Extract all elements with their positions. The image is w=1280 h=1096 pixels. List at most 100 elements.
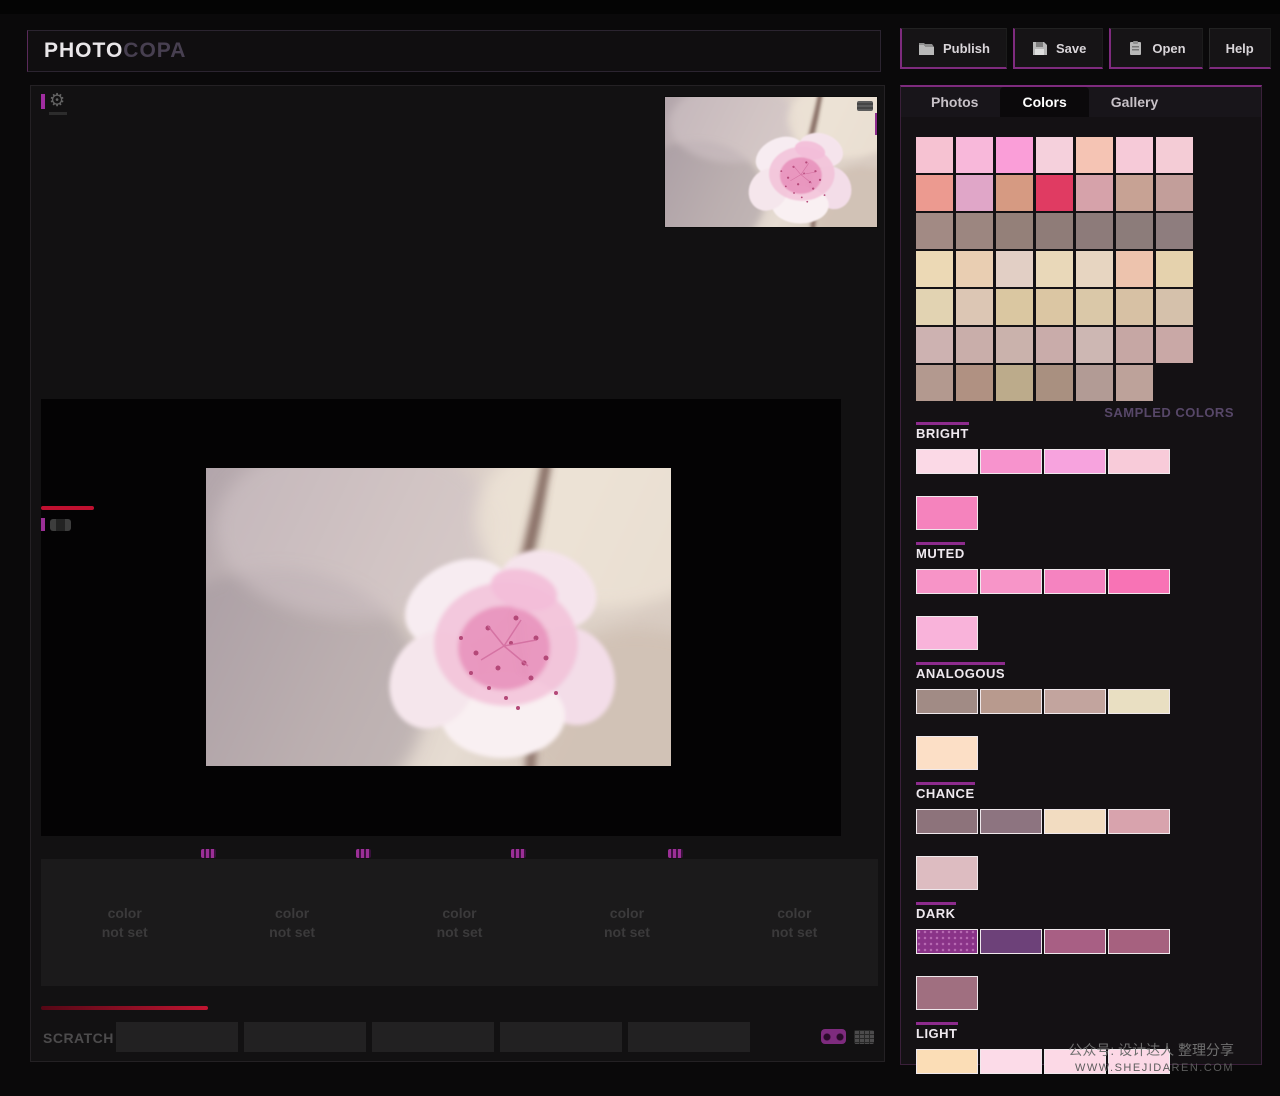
sampled-color-cell[interactable] <box>1116 251 1153 287</box>
sampled-color-cell[interactable] <box>1076 175 1113 211</box>
gear-icon[interactable]: ⚙ <box>49 90 65 111</box>
sampled-color-cell[interactable] <box>1076 251 1113 287</box>
photo-canvas[interactable] <box>41 399 841 836</box>
open-button[interactable]: Open <box>1109 28 1202 69</box>
dark-single-swatch[interactable] <box>916 976 978 1010</box>
sampled-color-cell[interactable] <box>916 327 953 363</box>
palette-marker[interactable] <box>668 849 683 858</box>
sampled-color-cell[interactable] <box>956 137 993 173</box>
sampled-color-cell[interactable] <box>1076 137 1113 173</box>
sampled-color-cell[interactable] <box>1036 365 1073 401</box>
gamepad-icon[interactable] <box>821 1029 846 1044</box>
palette-swatch[interactable] <box>1044 449 1106 474</box>
muted-single-swatch[interactable] <box>916 616 978 650</box>
pan-tool-button[interactable] <box>50 519 71 531</box>
palette-swatch[interactable] <box>916 569 978 594</box>
palette-swatch[interactable] <box>916 689 978 714</box>
bright-single-swatch[interactable] <box>916 496 978 530</box>
help-button[interactable]: Help <box>1209 28 1271 69</box>
chance-single-swatch[interactable] <box>916 856 978 890</box>
palette-swatch[interactable] <box>916 809 978 834</box>
color-slot[interactable]: colornot set <box>543 859 710 986</box>
tab-photos[interactable]: Photos <box>909 87 1000 117</box>
sampled-color-cell[interactable] <box>956 213 993 249</box>
sampled-color-cell[interactable] <box>996 365 1033 401</box>
sampled-color-cell[interactable] <box>1116 327 1153 363</box>
color-slot[interactable]: colornot set <box>376 859 543 986</box>
zoom-slider[interactable] <box>41 506 94 510</box>
sampled-color-cell[interactable] <box>916 289 953 325</box>
color-slot[interactable]: colornot set <box>41 859 208 986</box>
sampled-color-cell[interactable] <box>1036 251 1073 287</box>
tab-gallery[interactable]: Gallery <box>1089 87 1180 117</box>
sampled-color-cell[interactable] <box>1116 289 1153 325</box>
sampled-color-cell[interactable] <box>996 175 1033 211</box>
palette-swatch[interactable] <box>916 1049 978 1074</box>
sampled-color-cell[interactable] <box>956 175 993 211</box>
palette-swatch[interactable] <box>1108 929 1170 954</box>
scratch-slot[interactable] <box>628 1022 750 1052</box>
grid-icon[interactable] <box>854 1030 874 1044</box>
sampled-color-cell[interactable] <box>1156 289 1193 325</box>
palette-swatch[interactable] <box>916 929 978 954</box>
save-button[interactable]: Save <box>1013 28 1103 69</box>
sampled-color-cell[interactable] <box>1116 365 1153 401</box>
palette-marker[interactable] <box>201 849 216 858</box>
analogous-single-swatch[interactable] <box>916 736 978 770</box>
palette-swatch[interactable] <box>1108 569 1170 594</box>
sampled-color-cell[interactable] <box>1036 327 1073 363</box>
sampled-color-cell[interactable] <box>996 327 1033 363</box>
sampled-color-cell[interactable] <box>1076 365 1113 401</box>
color-slot[interactable]: colornot set <box>711 859 878 986</box>
sampled-color-cell[interactable] <box>1076 289 1113 325</box>
sampled-color-cell[interactable] <box>1036 137 1073 173</box>
sampled-color-cell[interactable] <box>996 289 1033 325</box>
sampled-color-cell[interactable] <box>956 289 993 325</box>
tab-colors[interactable]: Colors <box>1000 87 1088 117</box>
sampled-color-cell[interactable] <box>1116 175 1153 211</box>
palette-swatch[interactable] <box>1044 929 1106 954</box>
palette-swatch[interactable] <box>1108 449 1170 474</box>
palette-swatch[interactable] <box>1108 809 1170 834</box>
palette-swatch[interactable] <box>980 449 1042 474</box>
sampled-color-cell[interactable] <box>996 213 1033 249</box>
palette-swatch[interactable] <box>980 569 1042 594</box>
sampled-color-cell[interactable] <box>996 251 1033 287</box>
sampled-color-cell[interactable] <box>1156 327 1193 363</box>
sampled-color-cell[interactable] <box>1156 251 1193 287</box>
sampled-color-cell[interactable] <box>916 137 953 173</box>
sampled-color-cell[interactable] <box>956 365 993 401</box>
sampled-color-cell[interactable] <box>1156 213 1193 249</box>
palette-swatch[interactable] <box>1108 689 1170 714</box>
sampled-color-cell[interactable] <box>1036 175 1073 211</box>
sampled-color-cell[interactable] <box>956 251 993 287</box>
scratch-slot[interactable] <box>116 1022 238 1052</box>
sampled-color-cell[interactable] <box>1116 137 1153 173</box>
main-photo[interactable] <box>206 468 671 766</box>
sampled-color-cell[interactable] <box>916 213 953 249</box>
sampled-color-cell[interactable] <box>1076 213 1113 249</box>
palette-swatch[interactable] <box>980 809 1042 834</box>
palette-marker[interactable] <box>511 849 526 858</box>
publish-button[interactable]: Publish <box>900 28 1007 69</box>
color-slot[interactable]: colornot set <box>208 859 375 986</box>
sampled-color-cell[interactable] <box>916 365 953 401</box>
sampled-color-cell[interactable] <box>1116 213 1153 249</box>
palette-swatch[interactable] <box>980 1049 1042 1074</box>
sampled-color-cell[interactable] <box>916 251 953 287</box>
sampled-color-cell[interactable] <box>916 175 953 211</box>
sampled-color-cell[interactable] <box>956 327 993 363</box>
thumbnail-collapse-icon[interactable] <box>857 101 873 111</box>
sampled-color-cell[interactable] <box>1076 327 1113 363</box>
sampled-color-cell[interactable] <box>1036 289 1073 325</box>
scratch-slot[interactable] <box>500 1022 622 1052</box>
palette-swatch[interactable] <box>916 449 978 474</box>
palette-swatch[interactable] <box>980 689 1042 714</box>
palette-swatch[interactable] <box>1044 569 1106 594</box>
palette-swatch[interactable] <box>980 929 1042 954</box>
sampled-color-cell[interactable] <box>996 137 1033 173</box>
scratch-slot[interactable] <box>244 1022 366 1052</box>
photo-thumbnail[interactable] <box>664 96 878 228</box>
sampled-color-cell[interactable] <box>1156 175 1193 211</box>
scratch-slot[interactable] <box>372 1022 494 1052</box>
